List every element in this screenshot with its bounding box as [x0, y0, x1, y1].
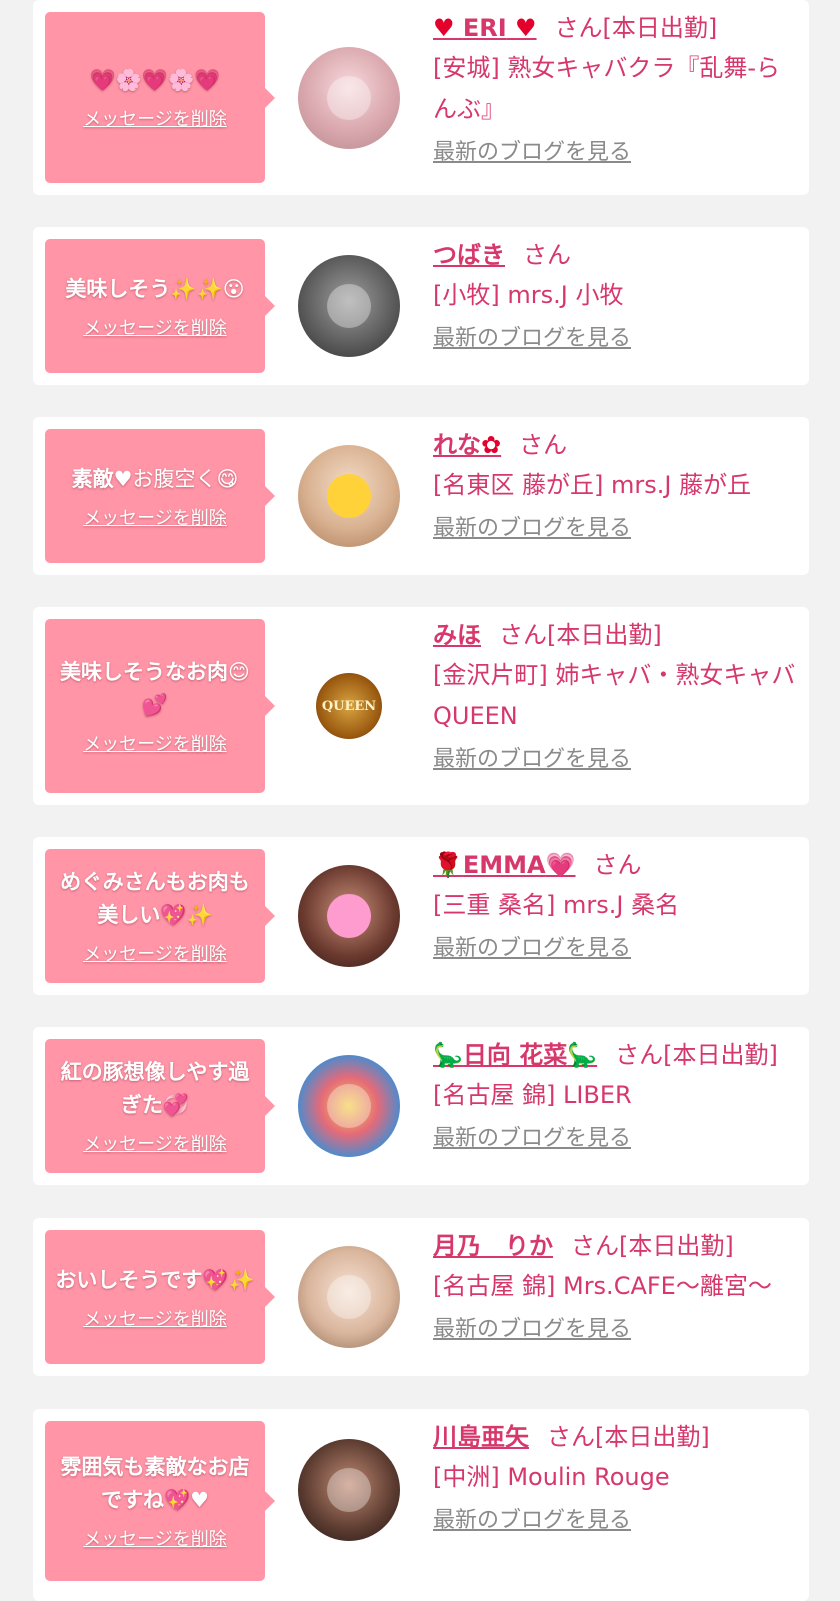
- latest-blog-link[interactable]: 最新のブログを見る: [433, 1122, 631, 1156]
- cast-info: 川島亜矢 さん[本日出勤] [中洲] Moulin Rouge 最新のブログを見る: [433, 1417, 799, 1538]
- latest-blog-link[interactable]: 最新のブログを見る: [433, 1504, 631, 1538]
- message-text: 💗🌸💗🌸💗: [90, 64, 221, 97]
- message-bubble: 雰囲気も素敵なお店ですね💖♥ メッセージを削除: [45, 1421, 275, 1581]
- cast-info: ♥ ERI ♥ さん[本日出勤] [安城] 熟女キャバクラ『乱舞-らんぶ』 最新の…: [433, 8, 799, 170]
- shop-name: [名古屋 錦] LIBER: [433, 1081, 632, 1109]
- shop-logo: QUEEN: [316, 673, 382, 739]
- honorific: さん: [523, 241, 571, 269]
- message-card: 💗🌸💗🌸💗 メッセージを削除 ♥ ERI ♥ さん[本日出勤] [安城] 熟女キャ…: [33, 0, 809, 195]
- avatar[interactable]: QUEEN: [298, 655, 400, 757]
- message-text: 美味しそうなお肉😊💕: [60, 660, 250, 717]
- honorific: さん: [593, 851, 642, 879]
- avatar[interactable]: [298, 445, 400, 547]
- message-card: 雰囲気も素敵なお店ですね💖♥ メッセージを削除 川島亜矢 さん[本日出勤] [中洲…: [33, 1409, 809, 1601]
- avatar[interactable]: [298, 1439, 400, 1541]
- latest-blog-link[interactable]: 最新のブログを見る: [433, 322, 631, 356]
- message-emoji: 💗🌸💗🌸💗: [89, 68, 221, 92]
- avatar[interactable]: [298, 1246, 400, 1348]
- flower-icon: ✿: [481, 431, 502, 459]
- avatar[interactable]: [298, 1055, 400, 1157]
- message-bubble: 素敵♥お腹空く😋 メッセージを削除: [45, 429, 275, 563]
- shop-name: [名東区 藤が丘] mrs.J 藤が丘: [433, 471, 752, 499]
- dinosaur-icon: 🦕: [567, 1041, 598, 1069]
- cast-info: 月乃 りか さん[本日出勤] [名古屋 錦] Mrs.CAFE〜離宮〜 最新のブロ…: [433, 1226, 799, 1347]
- message-emoji: 💖✨: [202, 1267, 255, 1292]
- delete-message-link[interactable]: メッセージを削除: [83, 1305, 227, 1331]
- cast-name-link[interactable]: つばき: [433, 241, 505, 269]
- cast-info: みほ さん[本日出勤] [金沢片町] 姉キャバ・熟女キャバ QUEEN 最新のブロ…: [433, 615, 799, 777]
- cast-name-link[interactable]: 🦕日向 花菜🦕: [433, 1041, 597, 1069]
- message-emoji: ♥お腹空く😋: [113, 466, 239, 491]
- honorific: さん[本日出勤]: [571, 1232, 734, 1260]
- avatar[interactable]: [298, 865, 400, 967]
- message-bubble: 美味しそうなお肉😊💕 メッセージを削除: [45, 619, 275, 793]
- delete-message-link[interactable]: メッセージを削除: [83, 504, 227, 530]
- cast-info: 🦕日向 花菜🦕 さん[本日出勤] [名古屋 錦] LIBER 最新のブログを見る: [433, 1035, 799, 1156]
- shop-name: [中洲] Moulin Rouge: [433, 1463, 670, 1491]
- honorific: さん[本日出勤]: [547, 1423, 710, 1451]
- shop-name: [名古屋 錦] Mrs.CAFE〜離宮〜: [433, 1272, 772, 1300]
- message-emoji: 💞: [162, 1093, 190, 1117]
- honorific: さん[本日出勤]: [615, 1041, 778, 1069]
- latest-blog-link[interactable]: 最新のブログを見る: [433, 932, 631, 966]
- message-text: 美味しそう✨✨😮: [65, 276, 245, 301]
- message-text: めぐみさんもお肉も美しい💖✨: [60, 870, 250, 927]
- message-bubble: 紅の豚想像しやす過ぎた💞 メッセージを削除: [45, 1039, 275, 1173]
- avatar[interactable]: [298, 255, 400, 357]
- cast-name-link[interactable]: 川島亜矢: [433, 1423, 529, 1451]
- cast-name-link[interactable]: ♥ ERI ♥: [433, 14, 537, 42]
- delete-message-link[interactable]: メッセージを削除: [83, 1525, 227, 1551]
- message-emoji: 💖♥: [164, 1488, 209, 1512]
- delete-message-link[interactable]: メッセージを削除: [83, 314, 227, 340]
- heart-icon: ♥: [515, 14, 537, 42]
- honorific: さん[本日出勤]: [554, 14, 718, 42]
- delete-message-link[interactable]: メッセージを削除: [83, 1130, 227, 1156]
- cast-info: れな✿ さん [名東区 藤が丘] mrs.J 藤が丘 最新のブログを見る: [433, 425, 799, 546]
- message-bubble: めぐみさんもお肉も美しい💖✨ メッセージを削除: [45, 849, 275, 983]
- message-card: 紅の豚想像しやす過ぎた💞 メッセージを削除 🦕日向 花菜🦕 さん[本日出勤] [名…: [33, 1027, 809, 1185]
- avatar[interactable]: [298, 46, 400, 149]
- cast-name-link[interactable]: 月乃 りか: [433, 1232, 553, 1260]
- shop-name: [金沢片町] 姉キャバ・熟女キャバ QUEEN: [433, 661, 796, 730]
- message-card: 素敵♥お腹空く😋 メッセージを削除 れな✿ さん [名東区 藤が丘] mrs.J …: [33, 417, 809, 575]
- shop-name: [小牧] mrs.J 小牧: [433, 281, 624, 309]
- message-text: 雰囲気も素敵なお店ですね💖♥: [60, 1455, 250, 1512]
- latest-blog-link[interactable]: 最新のブログを見る: [433, 512, 631, 546]
- delete-message-link[interactable]: メッセージを削除: [83, 940, 227, 966]
- shop-name: [三重 桑名] mrs.J 桑名: [433, 891, 680, 919]
- delete-message-link[interactable]: メッセージを削除: [83, 730, 227, 756]
- cast-name-link[interactable]: 🌹EMMA💗: [433, 851, 576, 879]
- message-bubble: 💗🌸💗🌸💗 メッセージを削除: [45, 12, 275, 183]
- latest-blog-link[interactable]: 最新のブログを見る: [433, 1313, 631, 1347]
- message-card: めぐみさんもお肉も美しい💖✨ メッセージを削除 🌹EMMA💗 さん [三重 桑名]…: [33, 837, 809, 995]
- dinosaur-icon: 🦕: [433, 1041, 463, 1069]
- message-emoji: 💖✨: [160, 903, 213, 927]
- delete-message-link[interactable]: メッセージを削除: [83, 105, 227, 131]
- latest-blog-link[interactable]: 最新のブログを見る: [433, 136, 631, 170]
- message-emoji: ✨✨😮: [170, 276, 245, 301]
- message-list: 💗🌸💗🌸💗 メッセージを削除 ♥ ERI ♥ さん[本日出勤] [安城] 熟女キャ…: [0, 0, 840, 1601]
- cast-name-link[interactable]: れな✿: [433, 431, 501, 459]
- message-bubble: 美味しそう✨✨😮 メッセージを削除: [45, 239, 275, 373]
- latest-blog-link[interactable]: 最新のブログを見る: [433, 743, 631, 777]
- message-card: おいしそうです💖✨ メッセージを削除 月乃 りか さん[本日出勤] [名古屋 錦]…: [33, 1218, 809, 1376]
- message-card: 美味しそうなお肉😊💕 メッセージを削除 QUEEN みほ さん[本日出勤] [金沢…: [33, 607, 809, 805]
- heart-icon: 💗: [545, 851, 576, 879]
- shop-name: [安城] 熟女キャバクラ『乱舞-らんぶ』: [433, 54, 781, 123]
- heart-icon: ♥: [433, 14, 455, 42]
- cast-info: つばき さん [小牧] mrs.J 小牧 最新のブログを見る: [433, 235, 799, 356]
- message-card: 美味しそう✨✨😮 メッセージを削除 つばき さん [小牧] mrs.J 小牧 最新…: [33, 227, 809, 385]
- cast-name-link[interactable]: みほ: [433, 621, 481, 649]
- message-text: 紅の豚想像しやす過ぎた💞: [60, 1060, 250, 1117]
- cast-info: 🌹EMMA💗 さん [三重 桑名] mrs.J 桑名 最新のブログを見る: [433, 845, 799, 966]
- message-text: 素敵♥お腹空く😋: [71, 466, 239, 491]
- honorific: さん: [519, 431, 568, 459]
- rose-icon: 🌹: [433, 851, 463, 879]
- honorific: さん[本日出勤]: [499, 621, 662, 649]
- message-bubble: おいしそうです💖✨ メッセージを削除: [45, 1230, 275, 1364]
- message-text: おいしそうです💖✨: [55, 1267, 255, 1292]
